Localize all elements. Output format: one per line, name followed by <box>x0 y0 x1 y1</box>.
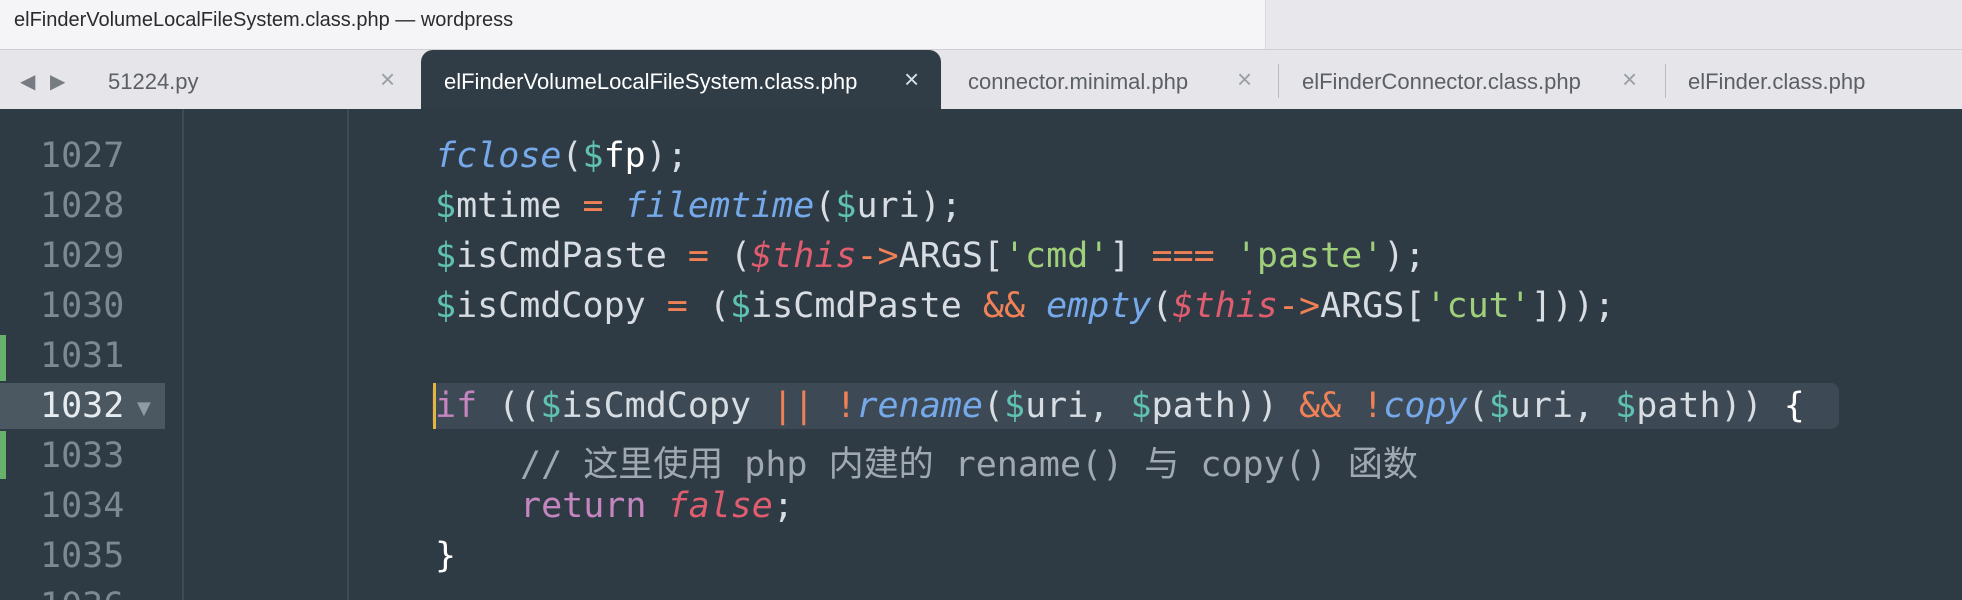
modified-line-marker <box>0 335 6 381</box>
tab-label: elFinderVolumeLocalFileSystem.class.php <box>444 69 858 94</box>
tab-elfinder-class[interactable]: elFinder.class.php <box>1666 50 1962 110</box>
code-line: fclose($fp); <box>435 136 688 176</box>
tab-connector-minimal[interactable]: connector.minimal.php × <box>942 50 1274 110</box>
code-comment: // 这里使用 php 内建的 rename() 与 copy() 函数 <box>520 445 1418 485</box>
back-arrow-icon[interactable]: ◀ <box>20 69 35 93</box>
close-icon[interactable]: × <box>380 64 395 95</box>
title-bar: elFinderVolumeLocalFileSystem.class.php … <box>0 0 1962 49</box>
line-number: 1030 <box>40 286 125 326</box>
forward-arrow-icon[interactable]: ▶ <box>50 69 65 93</box>
line-number-gutter: 1026 1027 1028 1029 1030 1031 1032 ▼ 103… <box>0 109 165 600</box>
close-icon[interactable]: × <box>1237 64 1252 95</box>
close-icon[interactable]: × <box>1622 64 1637 95</box>
code-line: $mtime = filemtime($uri); <box>435 186 962 226</box>
tab-label: elFinderConnector.class.php <box>1302 69 1581 94</box>
line-number: 1026 <box>40 109 124 110</box>
tab-label: elFinder.class.php <box>1688 69 1866 94</box>
tab-bar: ◀ ▶ 51224.py × elFinderVolumeLocalFileSy… <box>0 49 1962 110</box>
title-bar-right-pane <box>1265 0 1962 49</box>
close-icon[interactable]: × <box>904 64 919 95</box>
tab-51224-py[interactable]: 51224.py × <box>70 50 410 110</box>
code-line: $isCmdCopy = ($isCmdPaste && empty($this… <box>435 286 1616 326</box>
fold-arrow-icon[interactable]: ▼ <box>137 398 151 419</box>
line-number: 1035 <box>40 536 125 576</box>
line-number: 1033 <box>40 436 125 476</box>
indent-guide <box>347 109 349 600</box>
line-number: 1029 <box>40 236 125 276</box>
line-number: 1027 <box>40 136 125 176</box>
tab-elfindervolumelocalfilesystem[interactable]: elFinderVolumeLocalFileSystem.class.php … <box>421 50 941 110</box>
code-line: $isCmdPaste = ($this->ARGS['cmd'] === 'p… <box>435 236 1426 276</box>
indent-guide <box>182 109 184 600</box>
line-number-current: 1032 <box>40 386 125 426</box>
tab-label: connector.minimal.php <box>968 69 1189 94</box>
window-title: elFinderVolumeLocalFileSystem.class.php … <box>14 9 514 31</box>
line-number: 1031 <box>40 336 125 376</box>
code-line: return false; <box>520 486 794 526</box>
line-number: 1036 <box>40 586 124 600</box>
line-number: 1034 <box>40 486 125 526</box>
code-editor[interactable]: 1026 1027 1028 1029 1030 1031 1032 ▼ 103… <box>0 109 1962 600</box>
code-line-partial: if ($uri && !preg_match('#^[a-zA-Z0-9]+:… <box>352 109 1869 110</box>
modified-line-marker <box>0 431 6 479</box>
line-number: 1028 <box>40 186 125 226</box>
code-line: } <box>435 536 457 576</box>
tab-elfinderconnector[interactable]: elFinderConnector.class.php × <box>1279 50 1664 110</box>
code-line-current: if (($isCmdCopy || !rename($uri, $path))… <box>435 386 1805 426</box>
tab-label: 51224.py <box>108 69 199 94</box>
